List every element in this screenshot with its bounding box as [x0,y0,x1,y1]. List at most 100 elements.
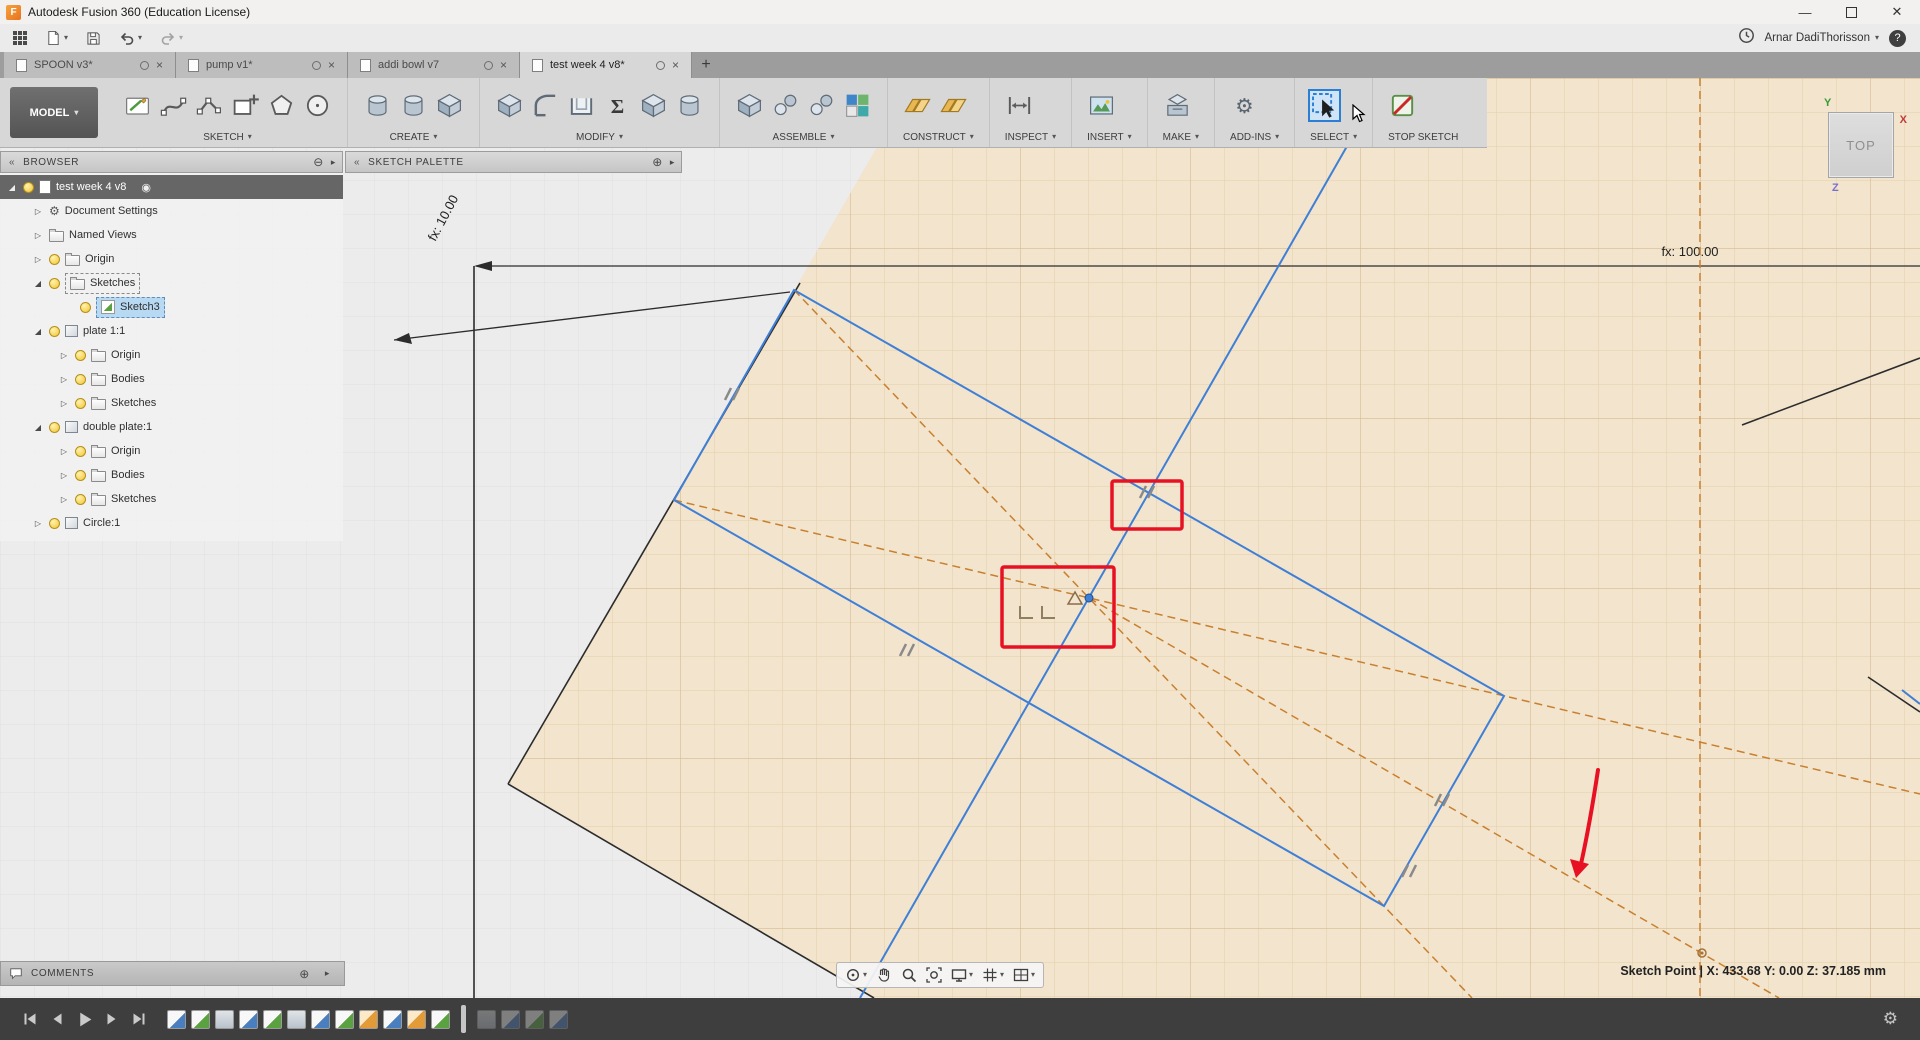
make-3d-print-icon[interactable] [1163,91,1192,120]
joint-icon[interactable] [771,91,800,120]
rectangle-tool-icon[interactable] [231,91,260,120]
timeline-feature-icon[interactable] [287,1009,306,1029]
browser-row-plate-sketches[interactable]: ▷ Sketches [0,391,343,415]
new-tab-button[interactable]: + [692,52,720,78]
visibility-bulb-icon[interactable] [49,517,60,529]
browser-row-double-plate-bodies[interactable]: ▷ Bodies [0,463,343,487]
insert-image-icon[interactable] [1087,91,1116,120]
tab-close-icon[interactable]: × [672,58,679,72]
data-panel-toggle[interactable] [12,30,28,46]
expand-arrow-icon[interactable]: ◢ [6,183,18,192]
step-forward-button[interactable] [104,1011,120,1027]
midplane-icon[interactable] [939,91,968,120]
display-settings-button[interactable]: ▾ [949,967,975,983]
visibility-bulb-icon[interactable] [23,181,34,193]
visibility-bulb-icon[interactable] [75,493,86,505]
split-body-icon[interactable] [675,91,704,120]
expand-arrow-icon[interactable]: ◢ [32,327,44,336]
browser-row-origin[interactable]: ▷ Origin [0,247,343,271]
combine-icon[interactable] [639,91,668,120]
timeline-feature-icon[interactable] [191,1009,210,1029]
panel-chevron-icon[interactable]: ▸ [670,157,675,168]
collapse-panel-icon[interactable]: « [9,157,15,168]
timeline-position-marker[interactable] [461,1005,466,1033]
document-tab[interactable]: addi bowl v7 × [348,52,520,78]
expand-arrow-icon[interactable]: ▷ [58,495,70,504]
timeline-feature-icon[interactable] [407,1009,426,1029]
browser-row-named-views[interactable]: ▷ Named Views [0,223,343,247]
timeline-feature-icon-suppressed[interactable] [501,1009,520,1029]
as-built-joint-icon[interactable] [807,91,836,120]
tab-close-icon[interactable]: × [500,58,507,72]
orbit-button[interactable]: ▾ [843,967,869,983]
visibility-bulb-icon[interactable] [75,349,86,361]
grid-settings-button[interactable]: ▾ [980,967,1006,983]
tab-close-icon[interactable]: × [156,58,163,72]
expand-panel-icon[interactable]: ⊕ [652,155,663,169]
timeline-feature-icon-suppressed[interactable] [525,1009,544,1029]
line-tool-icon[interactable] [195,91,224,120]
timeline-feature-icon[interactable] [167,1009,186,1029]
browser-row-double-plate-origin[interactable]: ▷ Origin [0,439,343,463]
browser-row-sketch3[interactable]: Sketch3 [0,295,343,319]
save-button[interactable] [86,31,101,46]
help-button[interactable]: ? [1889,29,1906,47]
viewports-button[interactable]: ▾ [1011,967,1037,983]
browser-row-sketches[interactable]: ◢ Sketches [0,271,343,295]
visibility-bulb-icon[interactable] [75,469,86,481]
expand-arrow-icon[interactable]: ▷ [32,231,44,240]
stop-sketch-icon[interactable] [1388,91,1417,120]
circle-tool-icon[interactable] [303,91,332,120]
file-menu-button[interactable]: ▾ [46,30,68,46]
ribbon-menu-insert[interactable]: INSERT ▾ [1087,129,1132,145]
browser-row-root[interactable]: ◢ test week 4 v8 ◉ [0,175,343,199]
visibility-bulb-icon[interactable] [80,301,91,313]
close-button[interactable]: ✕ [1874,0,1920,24]
expand-arrow-icon[interactable]: ◢ [32,279,44,288]
redo-button[interactable]: ▾ [160,30,183,46]
ribbon-menu-create[interactable]: CREATE ▾ [363,129,464,145]
browser-row-circle[interactable]: ▷ Circle:1 [0,511,343,535]
viewcube[interactable]: TOP X Y Z [1824,97,1907,194]
expand-arrow-icon[interactable]: ▷ [32,519,44,528]
panel-chevron-icon[interactable]: ▸ [331,157,336,168]
primitive-box-icon[interactable] [435,91,464,120]
ribbon-menu-make[interactable]: MAKE ▾ [1163,129,1199,145]
expand-arrow-icon[interactable]: ▷ [58,351,70,360]
timeline-feature-icon[interactable] [383,1009,402,1029]
visibility-bulb-icon[interactable] [49,277,60,289]
skip-to-start-button[interactable] [22,1011,38,1027]
add-comment-icon[interactable]: ⊕ [299,967,310,981]
expand-arrow-icon[interactable]: ▷ [32,255,44,264]
expand-arrow-icon[interactable]: ▷ [58,375,70,384]
minimize-button[interactable]: — [1782,0,1828,24]
timeline-feature-icon[interactable] [431,1009,450,1029]
play-button[interactable] [76,1011,93,1028]
expand-arrow-icon[interactable]: ▷ [58,471,70,480]
activate-radio-icon[interactable]: ◉ [141,181,151,194]
expand-arrow-icon[interactable]: ◢ [32,423,44,432]
ribbon-menu-sketch[interactable]: SKETCH ▾ [123,129,332,145]
timeline-feature-icon[interactable] [215,1009,234,1029]
collapse-panel-icon[interactable]: « [354,157,360,168]
visibility-bulb-icon[interactable] [49,325,60,337]
document-tab[interactable]: pump v1* × [176,52,348,78]
workspace-switcher[interactable]: MODEL ▾ [10,87,98,138]
browser-row-double-plate-sketches[interactable]: ▷ Sketches [0,487,343,511]
sketch-palette-header[interactable]: « SKETCH PALETTE ⊕ ▸ [345,151,682,173]
scripts-addins-icon[interactable] [1230,91,1259,120]
browser-row-plate-bodies[interactable]: ▷ Bodies [0,367,343,391]
extrude-icon[interactable] [363,91,392,120]
timeline-settings-gear-icon[interactable]: ⚙ [1883,1009,1920,1029]
timeline-feature-icon[interactable] [263,1009,282,1029]
fit-button[interactable] [924,967,944,983]
document-tab-active[interactable]: test week 4 v8* × [520,52,692,78]
zoom-button[interactable] [899,967,919,983]
measure-icon[interactable] [1005,91,1034,120]
document-tab[interactable]: SPOON v3* × [4,52,176,78]
stop-sketch-button[interactable]: STOP SKETCH [1388,129,1458,145]
panel-chevron-icon[interactable]: ▸ [325,968,330,979]
tab-close-icon[interactable]: × [328,58,335,72]
skip-to-end-button[interactable] [131,1011,147,1027]
minimize-panel-icon[interactable]: ⊖ [313,155,324,169]
